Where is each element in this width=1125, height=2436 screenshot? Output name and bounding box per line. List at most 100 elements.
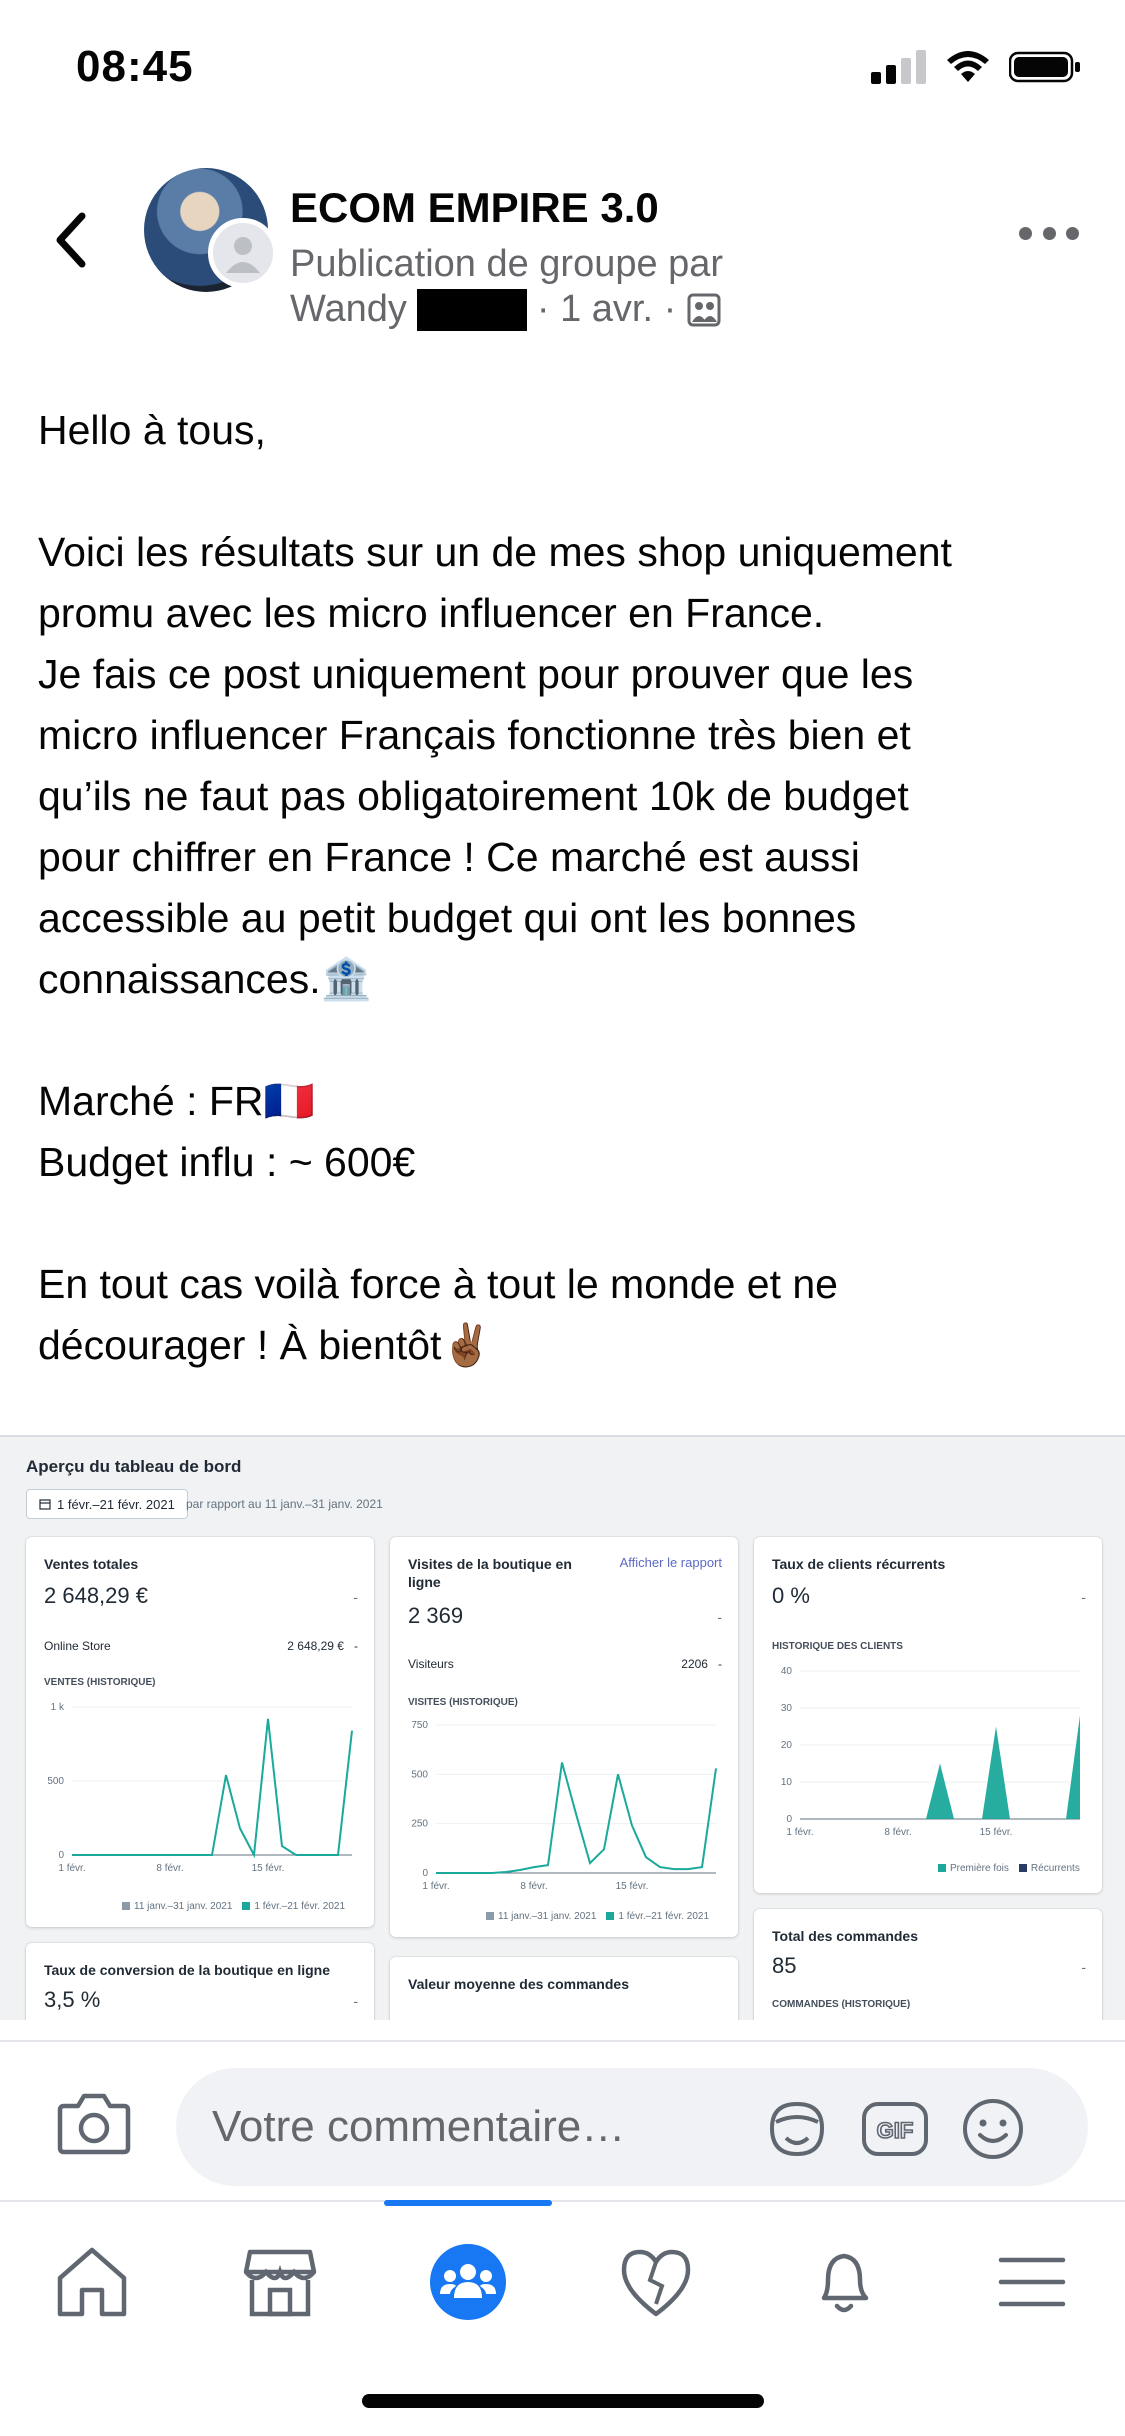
post-closing: En tout cas voilà force à tout le monde … [38,1261,838,1307]
back-button[interactable] [42,200,98,280]
post-subtitle: Publication de groupe par [290,243,724,285]
card-value: 2 369 [408,1603,464,1628]
card-value: 85 [772,1953,797,1978]
legend-prev: 11 janv.–31 janv. 2021 [122,1901,232,1912]
card-row: Online Store 2 648,29 € - [44,1639,358,1653]
group-name[interactable]: ECOM EMPIRE 3.0 [290,184,659,232]
comment-placeholder: Votre commentaire… [212,2102,626,2151]
tab-marketplace[interactable] [220,2232,340,2332]
post-line: promu avec les micro influencer en Franc… [38,590,825,636]
card-value: 0 % [772,1583,810,1608]
author-name[interactable]: Wandy [290,288,407,331]
camera-button[interactable] [56,2090,132,2156]
calendar-icon [39,1499,51,1510]
post-line: Voici les résultats sur un de mes shop u… [38,529,952,575]
x-tick-label: 15 févr. [616,1881,649,1892]
y-tick-label: 0 [58,1850,64,1861]
view-report-link[interactable]: Afficher le rapport [620,1555,722,1570]
dashboard-title: Aperçu du tableau de bord [26,1457,242,1476]
post-line: qu’ils ne faut pas obligatoirement 10k d… [38,773,909,819]
x-tick-label: 15 févr. [252,1863,285,1874]
y-tick-label: 30 [781,1703,793,1714]
tab-menu[interactable] [972,2232,1092,2332]
post-market: Marché : FR🇫🇷 [38,1078,315,1124]
y-tick-label: 750 [411,1720,428,1731]
chart-legend: 11 janv.–31 janv. 2021 1 févr.–21 févr. … [486,1911,709,1922]
card-total-orders: Total des commandes 85 - COMMANDES (HIST… [754,1909,1102,2020]
card-change: - [717,1609,722,1625]
active-tab-indicator [384,2200,552,2206]
comment-bar: Votre commentaire… GIF [0,2040,1125,2200]
y-tick-label: 500 [47,1776,64,1787]
comment-input[interactable]: Votre commentaire… GIF [176,2068,1088,2186]
avatar-sticker-button[interactable] [760,2098,834,2160]
y-tick-label: 500 [411,1769,428,1780]
post-line: accessible au petit budget qui ont les b… [38,895,857,941]
gif-button[interactable]: GIF [858,2098,932,2160]
series-line [72,1718,353,1859]
card-returning-customer-rate: Taux de clients récurrents 0 % - HISTORI… [754,1537,1102,1893]
group-audience-icon [687,293,721,326]
home-icon [57,2247,127,2317]
tab-dating[interactable] [596,2232,716,2332]
card-average-order-value: Valeur moyenne des commandes [390,1957,738,2020]
date-range: 1 févr.–21 févr. 2021 [57,1496,175,1512]
row-value: 2206 - [681,1657,722,1671]
dot-icon [1042,226,1056,240]
author-avatar[interactable] [208,218,278,288]
heart-icon [621,2249,691,2317]
svg-text:GIF: GIF [877,2118,914,2143]
dot-icon [1019,226,1032,240]
default-person-icon [226,237,260,273]
y-tick-label: 1 k [51,1702,65,1713]
card-row: Visiteurs 2206 - [408,1657,722,1671]
emoji-button[interactable] [956,2098,1030,2160]
card-title: Total des commandes [772,1928,919,1944]
card-title: Taux de conversion de la boutique en lig… [44,1962,331,1978]
x-tick-label: 1 févr. [58,1863,85,1874]
card-change: - [1081,1589,1086,1605]
post-greeting: Hello à tous, [38,407,266,453]
card-conversion-rate: Taux de conversion de la boutique en lig… [26,1943,374,2020]
card-caption: VISITES (HISTORIQUE) [408,1697,518,1708]
card-caption: COMMANDES (HISTORIQUE) [772,1999,911,2010]
author-line: Wandy · 1 avr. · [290,288,722,331]
signal-icon [871,50,926,84]
post-line: micro influencer Français fonctionne trè… [38,712,911,758]
date-range-pill: 1 févr.–21 févr. 2021 [26,1489,188,1519]
x-tick-label: 8 févr. [156,1863,183,1874]
more-options-button[interactable] [1019,218,1079,248]
y-tick-label: 20 [781,1740,793,1751]
status-time: 08:45 [76,42,194,91]
tab-notifications[interactable] [784,2232,904,2332]
card-title: Ventes totales [44,1556,139,1572]
post-budget: Budget influ : ~ 600€ [38,1139,416,1185]
card-title: Taux de clients récurrents [772,1556,946,1572]
post-date: · 1 avr. · [536,288,677,330]
tab-groups[interactable] [408,2232,528,2332]
visits-chart: 0 250 500 750 1 févr. 8 févr. 15 févr. [411,1720,717,1892]
chart-legend: 11 janv.–31 janv. 2021 1 févr.–21 févr. … [122,1901,345,1912]
row-label: Visiteurs [408,1657,454,1671]
card-caption: VENTES (HISTORIQUE) [44,1677,156,1688]
tab-home[interactable] [32,2232,152,2332]
bell-icon [821,2253,869,2313]
legend-prev: 11 janv.–31 janv. 2021 [486,1911,596,1922]
x-tick-label: 1 févr. [786,1827,813,1838]
y-tick-label: 0 [786,1814,792,1825]
post-header: ECOM EMPIRE 3.0 Publication de groupe pa… [0,160,1125,360]
y-tick-label: 10 [781,1777,793,1788]
gif-icon: GIF [862,2102,928,2156]
post-image-dashboard[interactable]: Aperçu du tableau de bord 1 févr.–21 fév… [0,1435,1125,2020]
hamburger-menu-icon [998,2257,1066,2307]
customers-chart: 0 10 20 30 40 1 févr. 8 févr. 15 févr. [781,1666,1080,1838]
y-tick-label: 0 [422,1868,428,1879]
groups-icon [430,2244,506,2320]
x-tick-label: 1 févr. [422,1881,449,1892]
y-tick-label: 250 [411,1819,428,1830]
y-tick-label: 40 [781,1666,793,1677]
wifi-icon [947,51,989,82]
chevron-left-icon [56,212,86,268]
card-title: Valeur moyenne des commandes [408,1976,629,1992]
row-value: 2 648,29 € - [287,1639,358,1653]
